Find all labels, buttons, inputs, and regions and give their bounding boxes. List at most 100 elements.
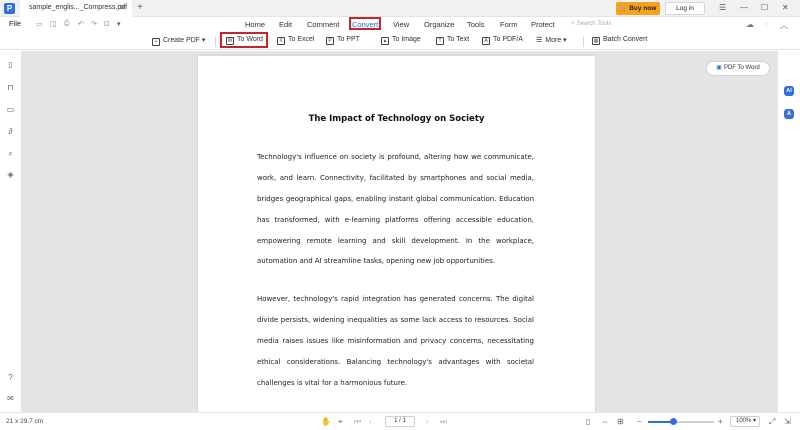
first-page-icon[interactable]: ⏮ (354, 417, 361, 427)
to-excel-button[interactable]: X To Excel (277, 36, 314, 45)
paragraph-line: work, and learn. Connectivity, facilitat… (257, 173, 534, 182)
paragraph-line: challenges is vital for a harmonious fut… (257, 378, 408, 387)
feedback-icon[interactable]: ✉ (6, 394, 15, 403)
to-text-button[interactable]: T To Text (436, 36, 469, 45)
more-icon: ☰ (536, 37, 543, 44)
document-title: The Impact of Technology on Society (308, 114, 485, 124)
title-bar: P sample_englis..._Compress.pdf ✕ + 🛒 Buy… (0, 0, 800, 17)
create-pdf-button[interactable]: + Create PDF ▾ (152, 36, 205, 46)
excel-icon: X (277, 37, 285, 45)
sparkle-icon: ✧ (570, 21, 576, 27)
notification-icon[interactable]: ◌ (763, 20, 768, 29)
next-page-icon[interactable]: › (426, 417, 429, 426)
thumbnails-icon[interactable]: ▯ (6, 60, 15, 69)
toolbar-separator (583, 37, 584, 47)
to-pdfa-button[interactable]: A To PDF/A (482, 36, 523, 45)
collapse-icon[interactable]: ︿ (780, 20, 788, 31)
menu-view[interactable]: View (393, 20, 409, 29)
menu-protect[interactable]: Protect (531, 20, 555, 29)
menu-edit[interactable]: Edit (279, 20, 292, 29)
fit-page-icon[interactable]: ⊞ (617, 417, 624, 426)
close-icon[interactable]: ✕ (119, 3, 126, 12)
select-tool-icon[interactable]: ⌖ (338, 417, 343, 427)
new-tab-icon[interactable]: + (137, 2, 143, 13)
paragraph-line: bridges geographical gaps, enabling inst… (257, 194, 534, 203)
single-page-view-icon[interactable]: ▯ (586, 417, 590, 426)
paragraph-line: However, technology's rapid integration … (257, 295, 534, 303)
prev-page-icon[interactable]: ‹ (369, 417, 372, 426)
cloud-upload-icon[interactable]: ☁ (746, 20, 754, 29)
fit-width-icon[interactable]: ⇔ (601, 417, 609, 426)
zoom-out-icon[interactable]: − (637, 417, 642, 426)
buy-now-button[interactable]: 🛒 Buy now (616, 2, 660, 15)
pdf-page[interactable]: The Impact of Technology on Society Tech… (198, 56, 595, 412)
right-sidebar: AI A (777, 51, 800, 412)
convert-highlight-box (349, 17, 381, 30)
paragraph-line: media raises issues like misinformation … (257, 336, 534, 345)
batch-convert-button[interactable]: ▦ Batch Convert (592, 36, 647, 45)
undo-icon[interactable]: ↶ (78, 20, 84, 28)
more-button[interactable]: ☰ More ▾ (536, 36, 567, 44)
zoom-in-icon[interactable]: + (718, 417, 723, 426)
translate-icon[interactable]: A (784, 109, 794, 119)
convert-toolbar: + Create PDF ▾ W To Word X To Excel P To PPT… (0, 33, 800, 50)
file-menu[interactable]: File (9, 19, 21, 28)
ppt-icon: P (326, 37, 334, 45)
status-bar: 21 x 29.7 cm ✋ ⌖ ⏮ ‹ 1 / 1 › ⏭ ▯ ⇔ ⊞ − +… (0, 412, 800, 430)
log-in-button[interactable]: Log in (665, 2, 705, 15)
to-word-highlight-box (220, 32, 268, 48)
word-icon: ▣ (716, 65, 722, 71)
paragraph-line: has transformed, with e-learning platfor… (257, 215, 534, 224)
save-icon[interactable]: ◫ (50, 20, 57, 28)
zoom-level-select[interactable]: 100% ▾ (730, 416, 760, 427)
fullscreen-icon[interactable]: ⤢ (769, 417, 775, 427)
page-number-input[interactable]: 1 / 1 (385, 416, 415, 427)
layers-icon[interactable]: ◈ (6, 170, 15, 179)
attachment-icon[interactable]: ∂ (6, 127, 15, 136)
comment-icon[interactable]: ▭ (6, 105, 15, 114)
maximize-icon[interactable]: ☐ (761, 3, 768, 12)
zoom-slider-handle[interactable] (669, 418, 677, 425)
document-canvas[interactable]: The Impact of Technology on Society Tech… (22, 51, 777, 412)
menu-tools[interactable]: Tools (467, 20, 485, 29)
to-image-button[interactable]: ▲ To Image (381, 36, 421, 45)
menu-form[interactable]: Form (500, 20, 518, 29)
search-tools[interactable]: ✧ Search Tools (570, 20, 611, 27)
menu-comment[interactable]: Comment (307, 20, 340, 29)
paragraph-line: divide persists, widening inequalities a… (257, 315, 534, 324)
paragraph-line: ethical considerations. Balancing techno… (257, 357, 534, 366)
document-tab[interactable]: sample_englis..._Compress.pdf ✕ (20, 0, 132, 17)
ai-assistant-icon[interactable]: AI (784, 86, 794, 96)
window-close-icon[interactable]: ✕ (782, 3, 789, 12)
help-icon[interactable]: ? (6, 373, 15, 382)
pdf-to-word-button[interactable]: ▣ PDF To Word (706, 61, 770, 76)
paragraph-line: automation and AI streamline tasks, open… (257, 257, 496, 266)
search-icon[interactable]: ⌕ (6, 149, 15, 158)
toolbar-separator (215, 37, 216, 47)
bookmark-icon[interactable]: ⊓ (6, 83, 15, 92)
pdfa-icon: A (482, 37, 490, 45)
share-icon[interactable]: ⊡ (104, 20, 110, 28)
minimize-icon[interactable]: — (740, 3, 748, 12)
dropdown-icon[interactable]: ▾ (117, 20, 121, 28)
create-pdf-icon: + (152, 38, 160, 46)
last-page-icon[interactable]: ⏭ (440, 417, 447, 427)
batch-convert-icon: ▦ (592, 37, 600, 45)
zoom-slider[interactable] (648, 421, 714, 423)
paragraph-line: empowering remote learning and skill dev… (257, 236, 534, 245)
open-file-icon[interactable]: ▭ (36, 20, 43, 28)
collapse-panel-icon[interactable]: ⇲ (784, 417, 791, 426)
hand-tool-icon[interactable]: ✋ (321, 417, 331, 426)
paragraph-2: However, technology's rapid integration … (257, 295, 534, 399)
menu-bar: File ▭ ◫ ⎙ ↶ ↷ ⊡ ▾ Home Edit Comment Con… (0, 17, 800, 33)
app-logo-icon: P (4, 3, 15, 14)
to-ppt-button[interactable]: P To PPT (326, 36, 360, 45)
redo-icon[interactable]: ↷ (91, 20, 97, 28)
text-icon: T (436, 37, 444, 45)
menu-icon[interactable]: ☰ (719, 3, 726, 12)
menu-home[interactable]: Home (245, 20, 265, 29)
tab-title: sample_englis..._Compress.pdf (29, 4, 128, 11)
menu-organize[interactable]: Organize (424, 20, 454, 29)
print-icon[interactable]: ⎙ (64, 20, 70, 28)
paragraph-line: Technology's influence on society is pro… (257, 153, 534, 161)
